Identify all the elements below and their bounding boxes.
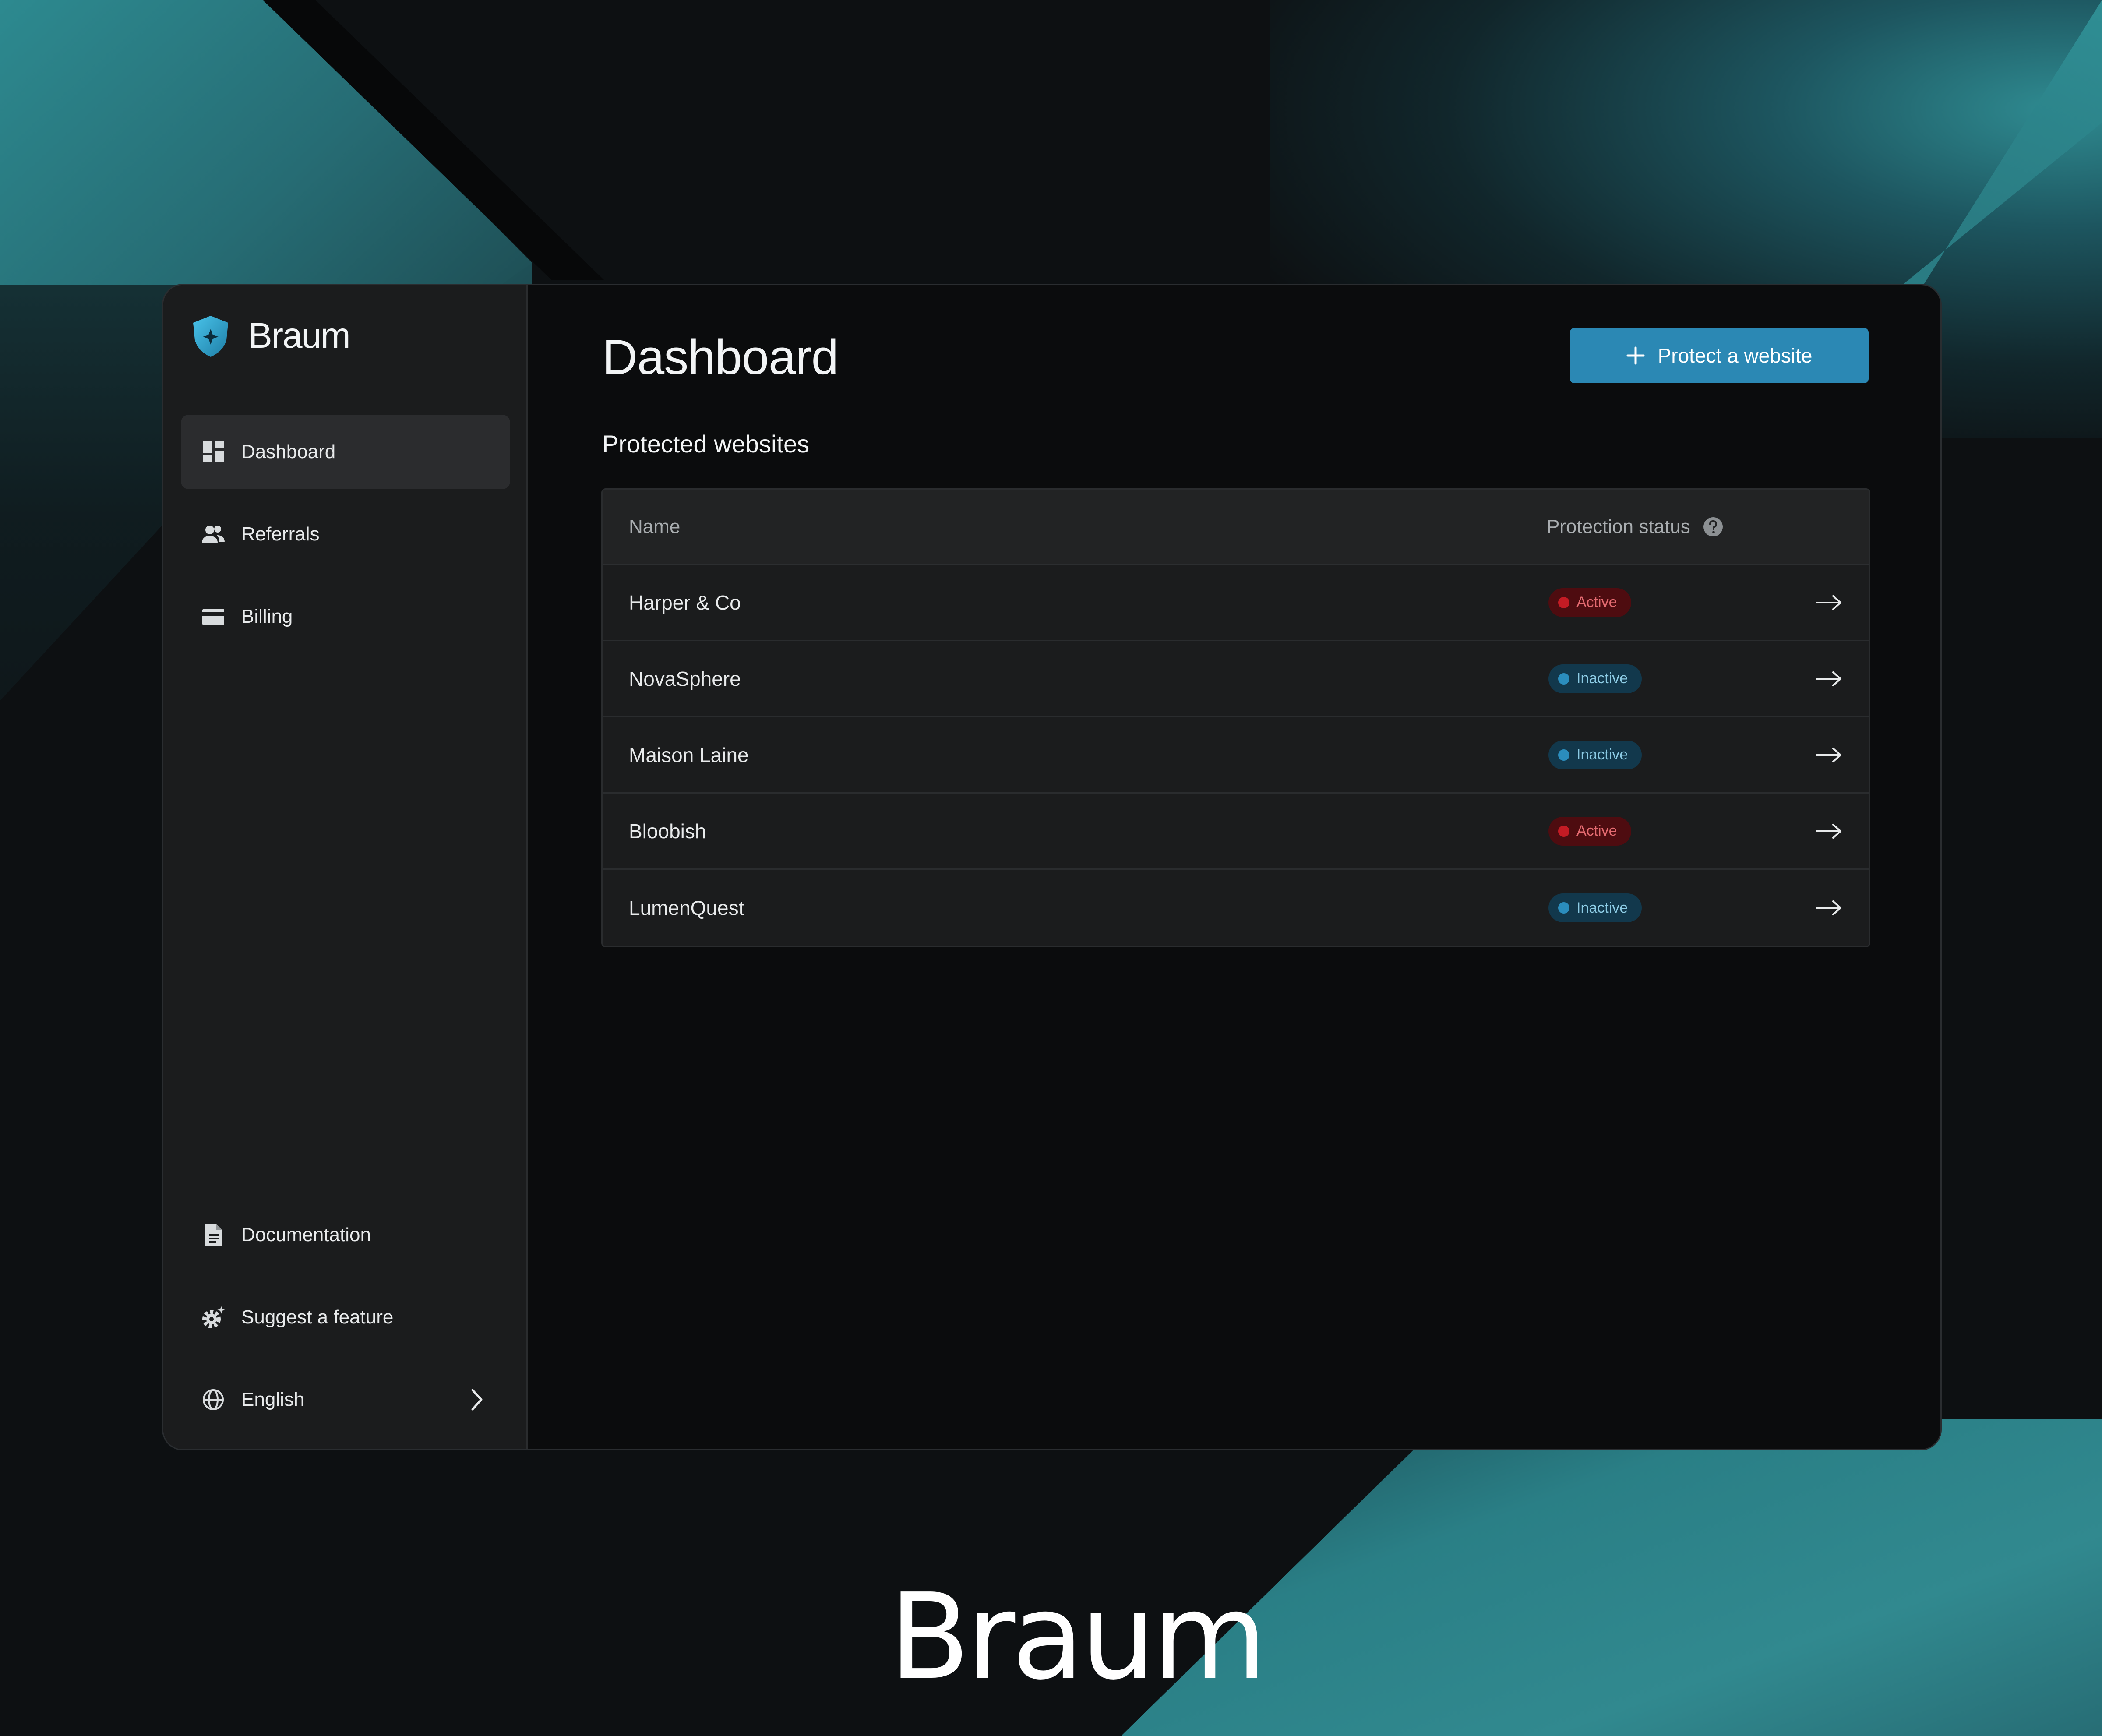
status-badge: Inactive	[1548, 664, 1642, 693]
language-selector[interactable]: English	[181, 1362, 510, 1437]
plus-icon	[1626, 346, 1645, 365]
sidebar-item-billing[interactable]: Billing	[181, 579, 510, 654]
websites-table: Name Protection status Harper & Co Activ…	[601, 488, 1870, 947]
status-label: Inactive	[1576, 899, 1628, 916]
sidebar-item-suggest-feature[interactable]: Suggest a feature	[181, 1280, 510, 1355]
people-icon	[202, 526, 225, 543]
sidebar-item-documentation[interactable]: Documentation	[181, 1198, 510, 1272]
website-name: Maison Laine	[629, 743, 749, 766]
status-label: Inactive	[1576, 746, 1628, 763]
sidebar-item-label: Billing	[241, 606, 293, 627]
status-dot	[1558, 596, 1569, 608]
language-label: English	[241, 1389, 305, 1410]
shield-logo-icon	[193, 316, 228, 357]
sidebar-item-label: Referrals	[241, 523, 320, 545]
website-name: Harper & Co	[629, 591, 741, 614]
arrow-right-icon[interactable]	[1815, 594, 1843, 611]
website-name: Bloobish	[629, 819, 706, 843]
table-header: Name Protection status	[603, 490, 1869, 565]
sidebar-item-label: Suggest a feature	[241, 1306, 394, 1328]
status-dot	[1558, 673, 1569, 685]
arrow-right-icon[interactable]	[1815, 822, 1843, 840]
background-shape-bottom-right	[1121, 1419, 2102, 1736]
section-title: Protected websites	[602, 430, 810, 458]
column-header-name: Name	[629, 515, 681, 537]
column-header-status-label: Protection status	[1547, 515, 1690, 537]
column-header-status: Protection status	[1547, 516, 1724, 538]
status-dot	[1558, 902, 1569, 914]
arrow-right-icon[interactable]	[1815, 899, 1843, 917]
sidebar-item-label: Documentation	[241, 1224, 371, 1246]
status-badge: Active	[1548, 588, 1631, 617]
status-label: Active	[1576, 822, 1617, 839]
table-row[interactable]: Maison Laine Inactive	[603, 717, 1869, 794]
document-icon	[205, 1224, 222, 1246]
app-window: Braum Dashboard Referrals Billing Docume…	[162, 284, 1942, 1450]
sidebar-item-referrals[interactable]: Referrals	[181, 497, 510, 572]
brand[interactable]: Braum	[188, 313, 351, 359]
table-row[interactable]: LumenQuest Inactive	[603, 870, 1869, 946]
protect-website-button-label: Protect a website	[1658, 344, 1813, 367]
status-badge: Active	[1548, 816, 1631, 846]
website-name: LumenQuest	[629, 896, 744, 919]
protect-website-button[interactable]: Protect a website	[1570, 328, 1869, 383]
status-badge: Inactive	[1548, 893, 1642, 922]
footer-logo: Braum	[889, 1568, 1267, 1706]
dashboard-icon	[203, 441, 224, 462]
chevron-right-icon	[471, 1389, 483, 1411]
status-dot	[1558, 749, 1569, 761]
table-row[interactable]: Harper & Co Active	[603, 565, 1869, 641]
status-label: Inactive	[1576, 670, 1628, 687]
brand-name: Braum	[248, 316, 351, 356]
globe-icon	[203, 1389, 224, 1410]
credit-card-icon	[202, 609, 224, 625]
arrow-right-icon[interactable]	[1815, 746, 1843, 764]
help-icon[interactable]	[1703, 516, 1724, 537]
gear-sparkle-icon	[202, 1306, 225, 1328]
table-row[interactable]: NovaSphere Inactive	[603, 641, 1869, 717]
sidebar-item-label: Dashboard	[241, 441, 336, 462]
arrow-right-icon[interactable]	[1815, 670, 1843, 688]
sidebar-item-dashboard[interactable]: Dashboard	[181, 415, 510, 489]
sidebar: Braum Dashboard Referrals Billing Docume…	[163, 285, 528, 1449]
status-label: Active	[1576, 594, 1617, 610]
table-row[interactable]: Bloobish Active	[603, 794, 1869, 870]
status-badge: Inactive	[1548, 740, 1642, 769]
page-title: Dashboard	[602, 330, 839, 385]
main-content: Dashboard Protect a website Protected we…	[528, 285, 1940, 1449]
status-dot	[1558, 825, 1569, 837]
website-name: NovaSphere	[629, 667, 741, 690]
